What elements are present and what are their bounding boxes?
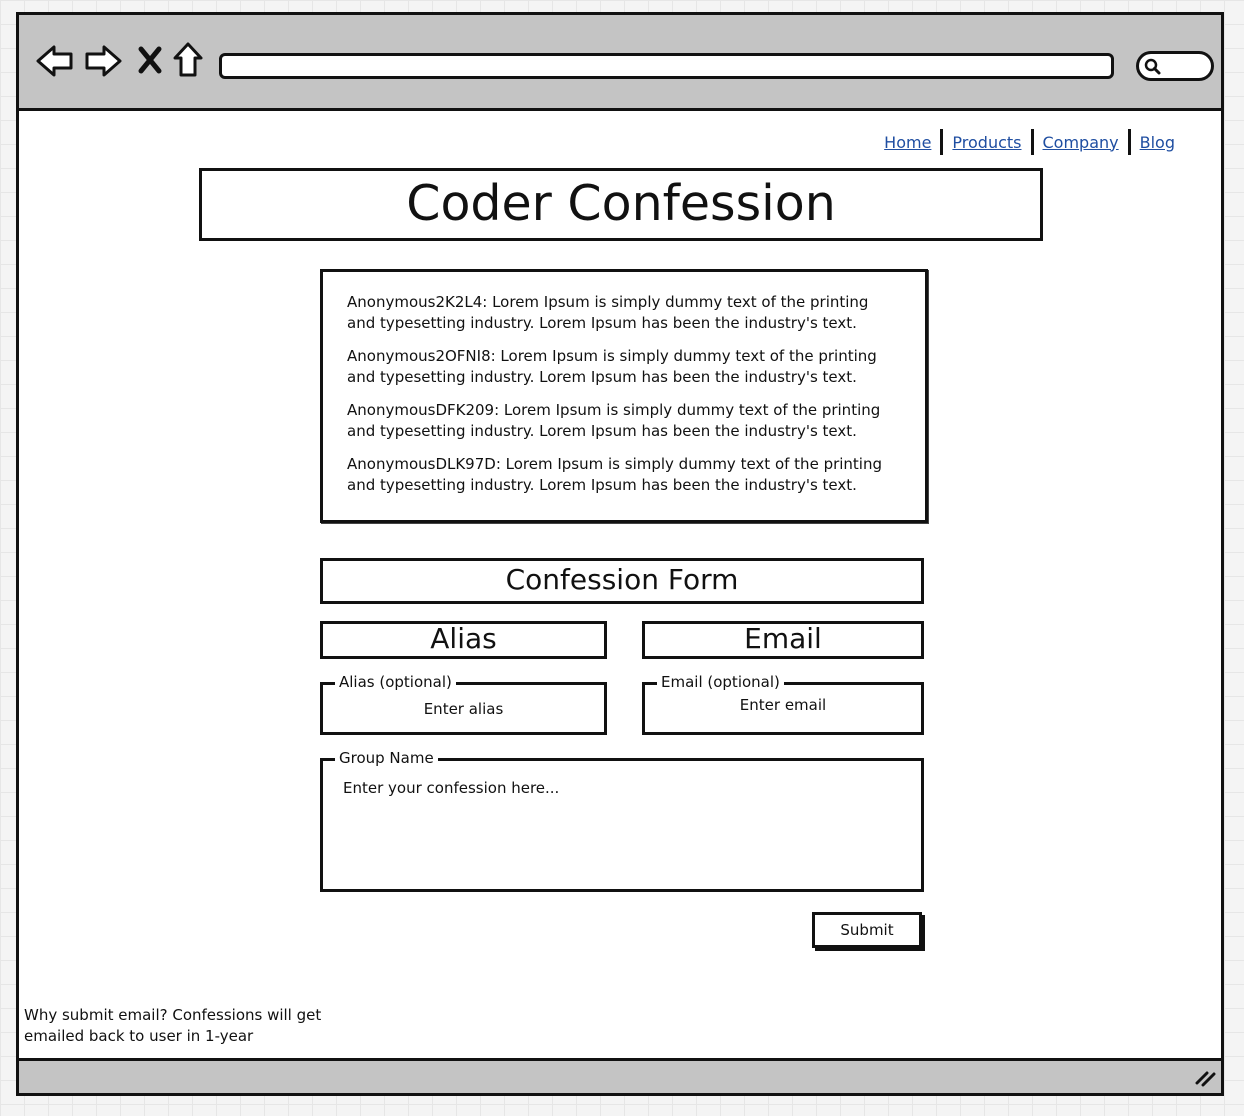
confession-item: AnonymousDFK209: Lorem Ipsum is simply d… (347, 401, 881, 440)
browser-window: Home Products Company Blog Coder Confess… (16, 12, 1224, 1096)
confession-item: AnonymousDLK97D: Lorem Ipsum is simply d… (347, 455, 883, 494)
browser-search-box[interactable] (1136, 51, 1214, 81)
footer-note: Why submit email? Confessions will get e… (24, 1006, 322, 1045)
email-input[interactable] (645, 695, 921, 715)
form-title: Confession Form (320, 558, 924, 604)
address-bar[interactable] (219, 53, 1114, 79)
nav-link-products[interactable]: Products (946, 133, 1027, 152)
email-heading: Email (642, 621, 924, 659)
confession-textarea[interactable] (341, 777, 911, 879)
confession-item: Anonymous2K2L4: Lorem Ipsum is simply du… (347, 293, 869, 332)
home-icon[interactable] (172, 41, 204, 83)
submit-button[interactable]: Submit (812, 912, 922, 948)
confessions-list: Anonymous2K2L4: Lorem Ipsum is simply du… (320, 269, 928, 523)
alias-heading: Alias (320, 621, 607, 659)
alias-fieldset: Alias (optional) (320, 672, 607, 735)
nav-link-home[interactable]: Home (878, 133, 937, 152)
search-icon (1144, 58, 1161, 75)
nav-divider (940, 129, 944, 155)
email-fieldset: Email (optional) (642, 672, 924, 735)
alias-legend: Alias (optional) (335, 672, 456, 692)
close-icon[interactable] (137, 45, 163, 79)
browser-toolbar (19, 15, 1221, 111)
email-legend: Email (optional) (657, 672, 784, 692)
resize-grip-icon[interactable] (1193, 1065, 1217, 1091)
back-arrow-icon[interactable] (35, 43, 75, 83)
top-nav: Home Products Company Blog (878, 129, 1181, 155)
confession-legend: Group Name (335, 748, 438, 768)
forward-arrow-icon[interactable] (83, 43, 123, 83)
nav-divider (1127, 129, 1131, 155)
nav-link-company[interactable]: Company (1037, 133, 1125, 152)
nav-divider (1030, 129, 1034, 155)
nav-link-blog[interactable]: Blog (1134, 133, 1181, 152)
confession-item: Anonymous2OFNI8: Lorem Ipsum is simply d… (347, 347, 877, 386)
confession-fieldset: Group Name (320, 748, 924, 892)
page-title: Coder Confession (199, 168, 1043, 241)
alias-input[interactable] (323, 699, 604, 719)
status-bar (19, 1058, 1221, 1093)
